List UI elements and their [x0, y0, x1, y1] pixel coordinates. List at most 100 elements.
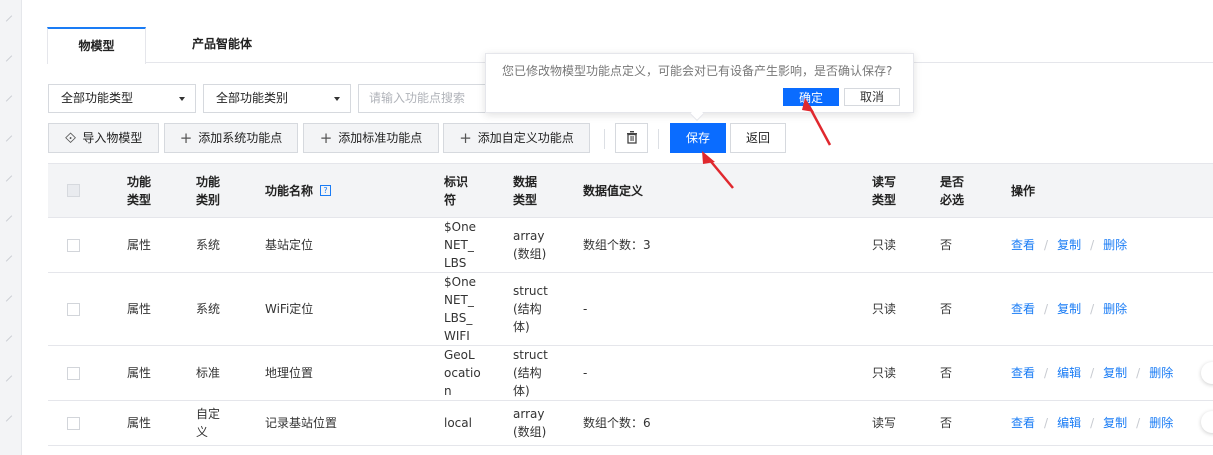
- header-function-category: 功能 类别: [196, 174, 221, 207]
- cell-operations: 查看 / 复制 / 删除: [1011, 273, 1127, 345]
- row-checkbox[interactable]: [67, 346, 80, 400]
- add-system-function-button[interactable]: + 添加系统功能点: [164, 123, 298, 153]
- op-link[interactable]: 编辑: [1057, 364, 1081, 382]
- cell-data-definition: -: [583, 302, 588, 316]
- confirm-message: 您已修改物模型功能点定义，可能会对已有设备产生影响，是否确认保存?: [502, 64, 893, 78]
- op-link[interactable]: 复制: [1103, 414, 1127, 432]
- cell-required: 否: [940, 238, 953, 252]
- op-link[interactable]: 删除: [1149, 364, 1173, 382]
- add-custom-label: 添加自定义功能点: [477, 131, 574, 145]
- table-row: 属性 自定义 记录基站位置 local array (数组) 数组个数：6 读写 否 查看 / 编辑 /…: [48, 401, 1213, 446]
- cell-required: 否: [940, 302, 953, 316]
- op-separator: /: [1090, 302, 1095, 316]
- header-operations: 操作: [1011, 183, 1036, 198]
- cell-function-type: 属性: [127, 238, 152, 252]
- confirm-cancel-button[interactable]: 取消: [844, 88, 900, 106]
- save-button[interactable]: 保存: [670, 123, 726, 153]
- import-model-button[interactable]: ⟐ 导入物模型: [48, 123, 159, 153]
- op-link[interactable]: 查看: [1011, 236, 1035, 254]
- back-button[interactable]: 返回: [730, 123, 786, 153]
- add-custom-function-button[interactable]: + 添加自定义功能点: [443, 123, 590, 153]
- confirm-ok-button[interactable]: 确定: [783, 88, 839, 106]
- op-link[interactable]: 查看: [1011, 364, 1035, 382]
- cell-required: 否: [940, 416, 953, 430]
- header-function-name: 功能名称?: [265, 164, 332, 217]
- header-data-type: 数据 类型: [513, 174, 538, 207]
- op-separator: /: [1136, 366, 1141, 380]
- op-separator: /: [1044, 302, 1049, 316]
- row-checkbox[interactable]: [67, 401, 80, 445]
- table-row: 属性 系统 基站定位 $One NET_ LBS array (数组) 数组个数：3 只读 否 查看 /…: [48, 218, 1213, 273]
- tab-thing-model[interactable]: 物模型: [47, 27, 146, 64]
- function-category-select[interactable]: 全部功能类别: [203, 84, 351, 113]
- toolbar-divider: [658, 129, 659, 149]
- op-link[interactable]: 删除: [1103, 236, 1127, 254]
- cell-identifier: $One NET_ LBS: [444, 220, 477, 270]
- header-function-type: 功能 类型: [127, 174, 152, 207]
- save-confirm-popover: 您已修改物模型功能点定义，可能会对已有设备产生影响，是否确认保存? 确定 取消: [485, 53, 914, 122]
- cell-function-name: 记录基站位置: [265, 416, 338, 430]
- cell-rw-type: 只读: [872, 302, 897, 316]
- cell-function-name: 基站定位: [265, 238, 314, 252]
- row-checkbox[interactable]: [67, 218, 80, 272]
- trash-icon: [626, 131, 637, 144]
- import-model-label: 导入物模型: [82, 131, 143, 145]
- function-category-select-value: 全部功能类别: [216, 91, 289, 105]
- op-link[interactable]: 查看: [1011, 414, 1035, 432]
- cell-data-type: struct (结构 体): [513, 348, 548, 398]
- cell-identifier: GeoL ocatio n: [444, 348, 481, 398]
- row-checkbox[interactable]: [67, 273, 80, 345]
- cell-function-type: 属性: [127, 302, 152, 316]
- left-sidebar-strip: [0, 0, 22, 455]
- cell-data-definition: 数组个数：6: [583, 416, 651, 430]
- cell-rw-type: 只读: [872, 238, 897, 252]
- import-icon: ⟐: [64, 129, 77, 147]
- popover-arrow: [689, 106, 705, 122]
- op-link[interactable]: 删除: [1103, 300, 1127, 318]
- cell-operations: 查看 / 编辑 / 复制 / 删除: [1011, 346, 1173, 400]
- add-standard-function-button[interactable]: + 添加标准功能点: [303, 123, 439, 153]
- op-link[interactable]: 查看: [1011, 300, 1035, 318]
- cell-function-category: 系统: [196, 302, 221, 316]
- table-header: 功能 类型 功能 类别 功能名称? 标识符 数据 类型 数据值定义 读写 类型 是否 必选…: [48, 164, 1213, 218]
- cell-rw-type: 读写: [872, 416, 897, 430]
- op-link[interactable]: 编辑: [1057, 414, 1081, 432]
- delete-button[interactable]: [615, 123, 648, 153]
- cell-data-type: struct (结构 体): [513, 284, 548, 334]
- function-search-input[interactable]: 请输入功能点搜索: [358, 84, 488, 113]
- chevron-down-icon: [179, 97, 185, 101]
- op-separator: /: [1044, 366, 1049, 380]
- cell-function-name: WiFi定位: [265, 302, 314, 316]
- cell-data-definition: -: [583, 366, 588, 380]
- tab-product-agent[interactable]: 产品智能体: [177, 27, 267, 63]
- cell-operations: 查看 / 编辑 / 复制 / 删除: [1011, 401, 1173, 445]
- header-identifier: 标识符: [444, 174, 469, 207]
- table-row: 属性 标准 地理位置 GeoL ocatio n struct (结构 体) - 只读 否 查看 / 编辑 /…: [48, 346, 1213, 401]
- function-table: 功能 类型 功能 类别 功能名称? 标识符 数据 类型 数据值定义 读写 类型 是否 必选…: [48, 163, 1213, 446]
- header-rw-type: 读写 类型: [872, 174, 897, 207]
- add-standard-label: 添加标准功能点: [338, 131, 423, 145]
- function-type-select[interactable]: 全部功能类型: [48, 84, 196, 113]
- plus-icon: +: [459, 129, 472, 147]
- cell-required: 否: [940, 366, 953, 380]
- op-link[interactable]: 复制: [1057, 300, 1081, 318]
- plus-icon: +: [179, 129, 193, 147]
- cell-data-type: array (数组): [513, 407, 547, 439]
- select-all-checkbox[interactable]: [67, 164, 80, 217]
- toolbar-divider: [604, 129, 605, 149]
- op-separator: /: [1044, 416, 1049, 430]
- op-separator: /: [1090, 366, 1095, 380]
- chevron-down-icon: [334, 97, 340, 101]
- cell-function-category: 自定义: [196, 407, 221, 439]
- header-required: 是否 必选: [940, 174, 965, 207]
- op-link[interactable]: 删除: [1149, 414, 1173, 432]
- op-link[interactable]: 复制: [1057, 236, 1081, 254]
- cell-function-type: 属性: [127, 366, 152, 380]
- function-type-select-value: 全部功能类型: [61, 91, 134, 105]
- help-icon[interactable]: ?: [320, 185, 332, 196]
- plus-icon: +: [319, 129, 333, 147]
- cell-identifier: local: [444, 416, 472, 430]
- op-link[interactable]: 复制: [1103, 364, 1127, 382]
- cell-data-type: array (数组): [513, 229, 547, 261]
- cell-function-type: 属性: [127, 416, 152, 430]
